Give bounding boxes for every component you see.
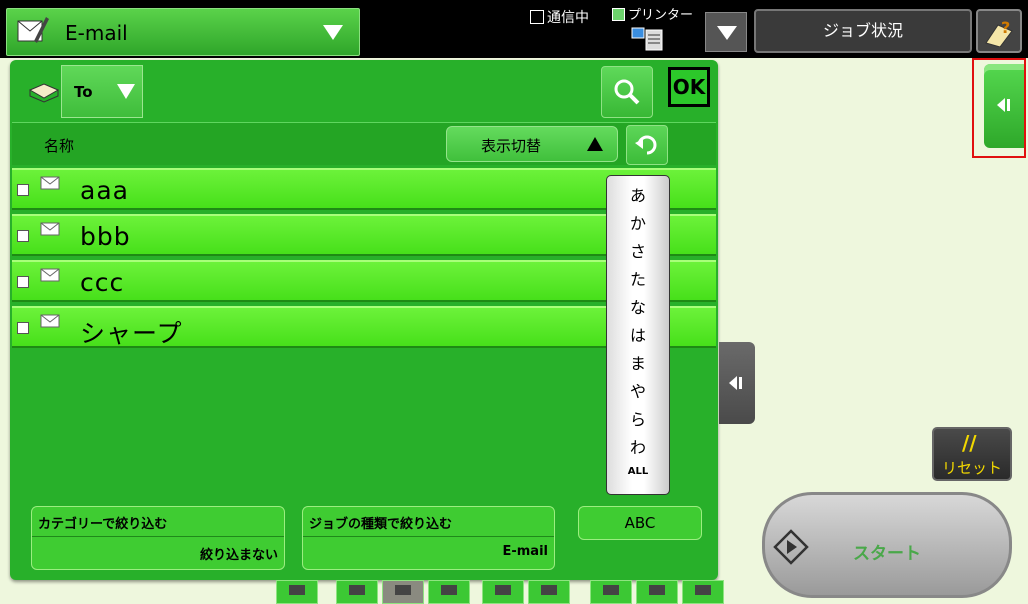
chevron-down-icon <box>323 25 343 40</box>
mode-label: E-mail <box>65 21 128 45</box>
undo-button[interactable] <box>626 125 668 165</box>
chevron-down-icon <box>717 26 737 40</box>
index-key-ma[interactable]: ま <box>607 350 669 374</box>
status-printer-label: プリンター <box>628 8 694 23</box>
filter-category-button[interactable]: カテゴリーで絞り込む 絞り込まない <box>31 506 285 570</box>
list-item-name: bbb <box>80 222 131 251</box>
collapse-left-icon <box>729 376 742 390</box>
index-key-ka[interactable]: か <box>607 210 669 234</box>
toolbar-icon <box>395 585 411 595</box>
printer-indicator-icon <box>612 8 625 21</box>
checkbox-icon[interactable] <box>17 230 29 242</box>
reset-label: リセット <box>941 459 1002 477</box>
toolbar-button[interactable] <box>682 580 724 604</box>
help-icon: ? <box>985 18 1013 47</box>
index-key-na[interactable]: な <box>607 294 669 318</box>
index-key-wa[interactable]: わ <box>607 434 669 458</box>
undo-icon <box>635 135 657 155</box>
filter-jobtype-value: E-mail <box>502 544 548 559</box>
toolbar-icon <box>695 585 711 595</box>
mode-select[interactable]: E-mail <box>6 8 360 56</box>
status-communication: 通信中 <box>530 7 589 27</box>
start-icon <box>773 529 809 565</box>
collapse-panel-button[interactable] <box>719 342 755 424</box>
toolbar-button[interactable] <box>428 580 470 604</box>
index-key-ta[interactable]: た <box>607 266 669 290</box>
highlight-box <box>972 58 1026 158</box>
toolbar-button[interactable] <box>528 580 570 604</box>
index-key-ra[interactable]: ら <box>607 406 669 430</box>
filter-category-title: カテゴリーで絞り込む <box>38 517 168 532</box>
toolbar-icon <box>603 585 619 595</box>
sort-up-icon <box>587 137 603 151</box>
reset-button[interactable]: // リセット <box>932 427 1012 481</box>
list-item-name: シャープ <box>80 319 183 348</box>
job-status-button[interactable]: ジョブ状況 <box>754 9 972 53</box>
mail-icon <box>40 222 60 236</box>
address-book-panel: To OK 名称 表示切替 aaa bbb ccc シャープ あ か さ た な… <box>10 60 718 580</box>
status-dropdown-button[interactable] <box>705 12 747 52</box>
printer-icon <box>631 27 663 51</box>
toolbar-button[interactable] <box>336 580 378 604</box>
index-key-all[interactable]: ALL <box>607 466 669 477</box>
start-button[interactable]: スタート <box>762 492 1012 598</box>
toolbar-button[interactable] <box>382 580 424 604</box>
toolbar-icon <box>289 585 305 595</box>
kana-index-bar[interactable]: あ か さ た な は ま や ら わ ALL <box>606 175 670 495</box>
column-name-header: 名称 <box>44 137 75 155</box>
toolbar-icon <box>541 585 557 595</box>
mail-icon <box>40 268 60 282</box>
view-switch-label: 表示切替 <box>481 137 542 155</box>
address-book-icon <box>28 83 60 103</box>
svg-text:?: ? <box>1001 18 1010 37</box>
address-type-label: To <box>74 83 93 101</box>
toolbar-icon <box>649 585 665 595</box>
checkbox-icon[interactable] <box>17 322 29 334</box>
filter-jobtype-button[interactable]: ジョブの種類で絞り込む E-mail <box>302 506 555 570</box>
list-item-name: aaa <box>80 176 129 205</box>
mail-icon <box>40 314 60 328</box>
filter-category-value: 絞り込まない <box>199 548 278 563</box>
index-key-sa[interactable]: さ <box>607 238 669 262</box>
status-comm-label: 通信中 <box>547 10 589 26</box>
help-button[interactable]: ? <box>976 9 1022 53</box>
mail-icon <box>40 176 60 190</box>
filter-jobtype-title: ジョブの種類で絞り込む <box>309 517 453 532</box>
top-bar: E-mail 通信中 プリンター ジョブ状況 ? <box>0 0 1028 58</box>
status-printer: プリンター <box>612 4 693 23</box>
checkbox-icon[interactable] <box>17 184 29 196</box>
search-icon <box>614 79 640 105</box>
toolbar-button[interactable] <box>636 580 678 604</box>
chevron-down-icon <box>117 84 135 99</box>
abc-button[interactable]: ABC <box>578 506 702 540</box>
ok-button[interactable]: OK <box>668 67 710 107</box>
toolbar-icon <box>349 585 365 595</box>
index-key-a[interactable]: あ <box>607 182 669 206</box>
address-type-select[interactable]: To <box>61 65 143 118</box>
toolbar-icon <box>495 585 511 595</box>
bottom-toolbar <box>276 580 724 604</box>
email-mode-icon <box>17 17 49 43</box>
view-switch-button[interactable]: 表示切替 <box>446 126 618 162</box>
toolbar-button[interactable] <box>482 580 524 604</box>
divider <box>32 536 284 537</box>
list-item-name: ccc <box>80 268 125 297</box>
divider <box>303 536 554 537</box>
index-key-ha[interactable]: は <box>607 322 669 346</box>
toolbar-button[interactable] <box>590 580 632 604</box>
checkbox-icon[interactable] <box>17 276 29 288</box>
toolbar-button[interactable] <box>276 580 318 604</box>
list-header: 名称 表示切替 <box>12 122 716 165</box>
comm-indicator-icon <box>530 10 544 24</box>
toolbar-icon <box>441 585 457 595</box>
start-label: スタート <box>853 544 921 564</box>
index-key-ya[interactable]: や <box>607 378 669 402</box>
reset-icon: // <box>962 431 977 455</box>
search-button[interactable] <box>601 66 653 118</box>
